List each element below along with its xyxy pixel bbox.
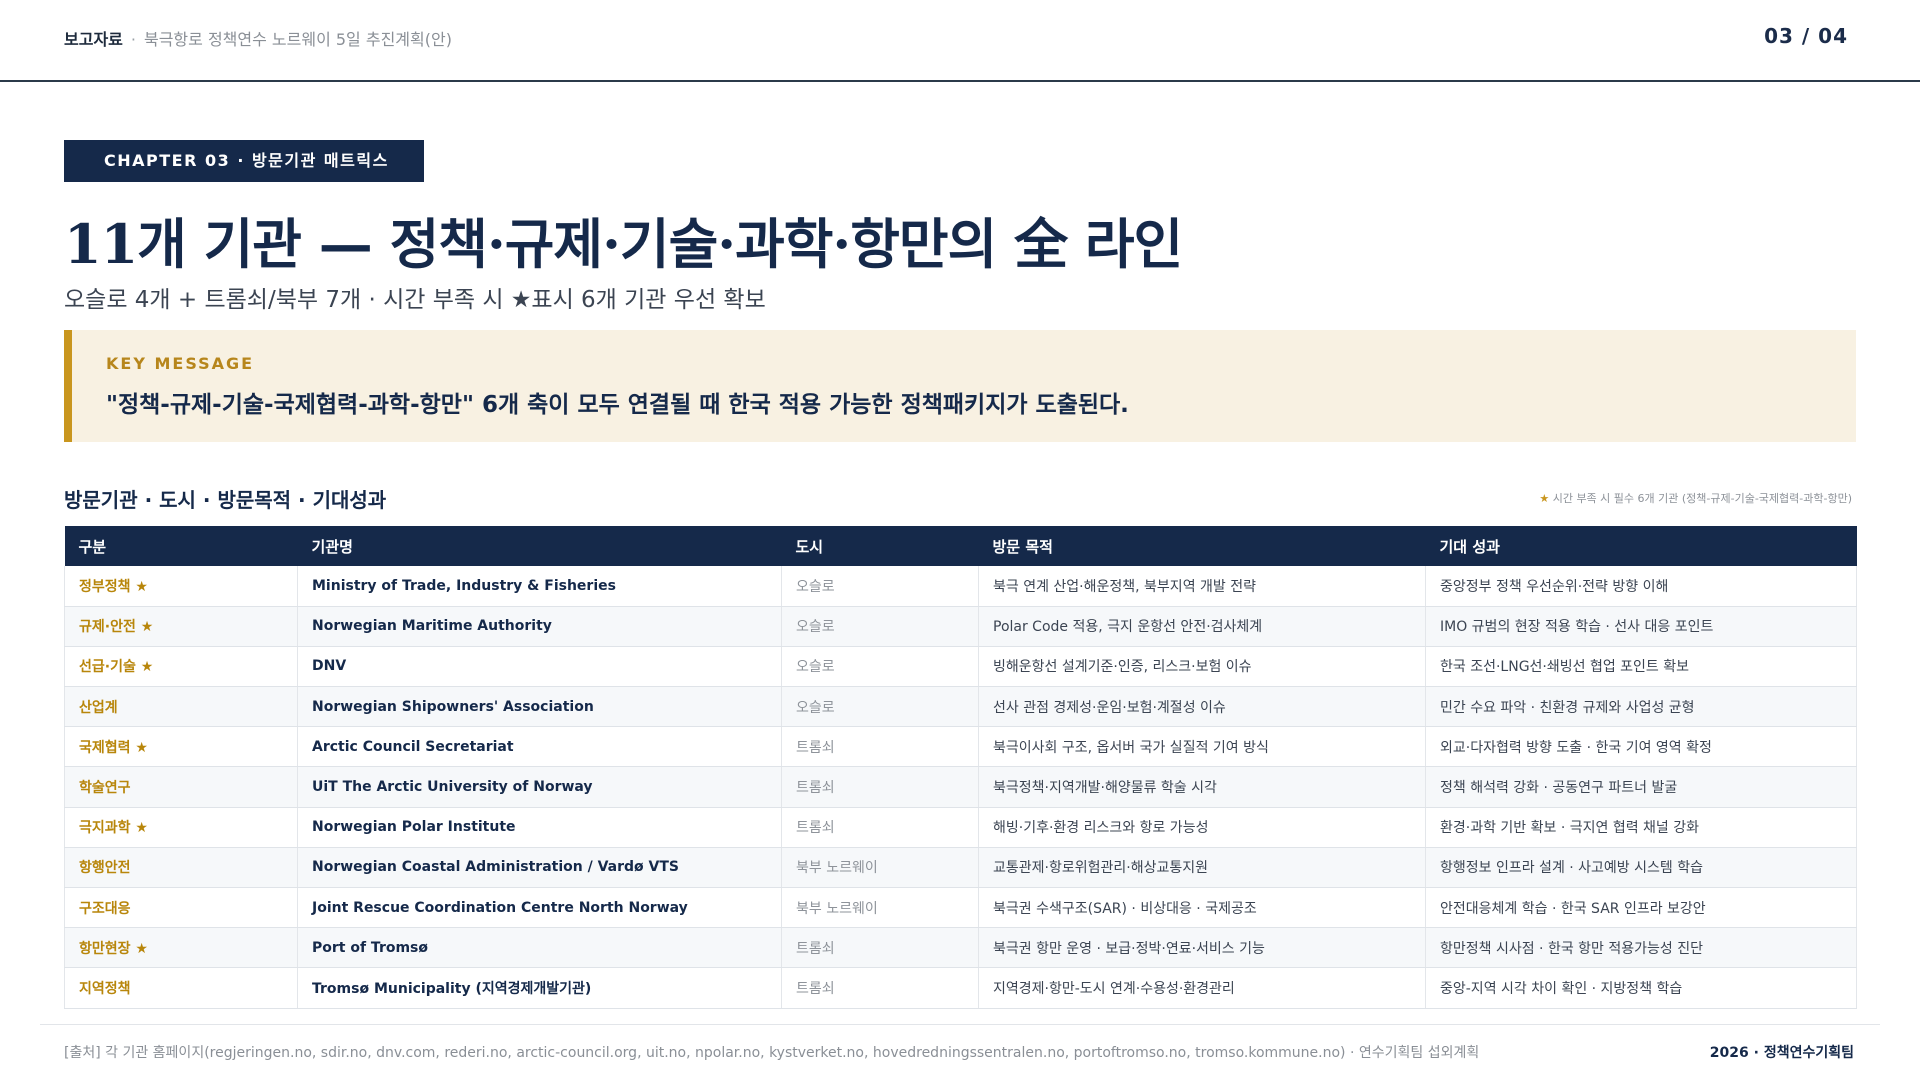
key-message-box: KEY MESSAGE "정책-규제-기술-국제협력-과학-항만" 6개 축이 … xyxy=(64,330,1856,442)
org-name-cell: Norwegian Polar Institute xyxy=(297,807,782,848)
purpose-cell: 지역경제·항만-도시 연계·수용성·환경관리 xyxy=(978,967,1426,1009)
city-cell: 북부 노르웨이 xyxy=(781,847,979,889)
result-cell: 항만정책 시사점 · 한국 항만 적용가능성 진단 xyxy=(1425,927,1857,969)
result-cell: 항행정보 인프라 설계 · 사고예방 시스템 학습 xyxy=(1425,847,1857,889)
purpose-cell: 선사 관점 경제성·운임·보험·계절성 이슈 xyxy=(978,686,1426,728)
purpose-cell: Polar Code 적용, 극지 운항선 안전·검사체계 xyxy=(978,606,1426,647)
category-cell: 구조대응 xyxy=(64,887,298,929)
breadcrumb: 보고자료 · 북극항로 정책연수 노르웨이 5일 추진계획(안) xyxy=(64,26,452,50)
key-message-text: "정책-규제-기술-국제협력-과학-항만" 6개 축이 모두 연결될 때 한국 … xyxy=(106,392,1129,418)
column-header-city: 도시 xyxy=(781,526,979,566)
result-cell: 환경·과학 기반 확보 · 극지연 협력 채널 강화 xyxy=(1425,807,1857,848)
breadcrumb-separator: · xyxy=(130,30,136,49)
table-row: 항행안전 Norwegian Coastal Administration / V… xyxy=(64,847,1857,889)
city-cell: 트롬쇠 xyxy=(781,927,979,969)
table-row: 극지과학 ★ Norwegian Polar Institute 트롬쇠 해빙·기후·… xyxy=(64,807,1857,848)
source-note: [출처] 각 기관 홈페이지(regjeringen.no, sdir.no, … xyxy=(64,1045,1480,1061)
org-name-cell: Norwegian Shipowners' Association xyxy=(297,686,782,728)
doc-title: 북극항로 정책연수 노르웨이 5일 추진계획(안) xyxy=(143,30,452,49)
result-cell: 중앙정부 정책 우선순위·전략 방향 이해 xyxy=(1425,566,1857,607)
page-subtitle: 오슬로 4개 + 트롬쇠/북부 7개 · 시간 부족 시 ★표시 6개 기관 우… xyxy=(64,287,766,313)
category-cell: 선급·기술 ★ xyxy=(64,646,298,688)
org-name-cell: Port of Tromsø xyxy=(297,927,782,969)
section-note: ★ 시간 부족 시 필수 6개 기관 (정책-규제-기술-국제협력-과학-항만) xyxy=(1539,490,1852,506)
chapter-tag: CHAPTER 03 · 방문기관 매트릭스 xyxy=(64,140,424,182)
table-header-row: 구분 기관명 도시 방문 목적 기대 성과 xyxy=(64,526,1857,566)
table-row: 구조대응 Joint Rescue Coordination Centre Nor… xyxy=(64,887,1857,929)
city-cell: 오슬로 xyxy=(781,686,979,728)
purpose-cell: 교통관제·항로위험관리·해상교통지원 xyxy=(978,847,1426,889)
category-cell: 정부정책 ★ xyxy=(64,566,298,607)
org-name-cell: Norwegian Maritime Authority xyxy=(297,606,782,647)
table-row: 선급·기술 ★ DNV 오슬로 빙해운항선 설계기준·인증, 리스크·보험 이슈 한국 … xyxy=(64,646,1857,688)
result-cell: 정책 해석력 강화 · 공동연구 파트너 발굴 xyxy=(1425,766,1857,808)
city-cell: 트롬쇠 xyxy=(781,766,979,808)
category-cell: 항만현장 ★ xyxy=(64,927,298,969)
category-cell: 국제협력 ★ xyxy=(64,726,298,768)
institution-matrix-table: 구분 기관명 도시 방문 목적 기대 성과 정부정책 ★ Ministry of … xyxy=(64,526,1857,1009)
org-name-cell: Tromsø Municipality (지역경제개발기관) xyxy=(297,967,782,1009)
category-cell: 극지과학 ★ xyxy=(64,807,298,848)
result-cell: 한국 조선·LNG선·쇄빙선 협업 포인트 확보 xyxy=(1425,646,1857,688)
org-name-cell: UiT The Arctic University of Norway xyxy=(297,766,782,808)
category-cell: 규제·안전 ★ xyxy=(64,606,298,647)
doc-type-label: 보고자료 xyxy=(64,30,123,49)
category-cell: 지역정책 xyxy=(64,967,298,1009)
purpose-cell: 북극정책·지역개발·해양물류 학술 시각 xyxy=(978,766,1426,808)
result-cell: 중앙-지역 시각 차이 확인 · 지방정책 학습 xyxy=(1425,967,1857,1009)
category-cell: 학술연구 xyxy=(64,766,298,808)
page-title: 11개 기관 — 정책·규제·기술·과학·항만의 全 라인 xyxy=(64,212,1183,276)
org-name-cell: DNV xyxy=(297,646,782,688)
city-cell: 오슬로 xyxy=(781,566,979,607)
table-row: 학술연구 UiT The Arctic University of Norway 트… xyxy=(64,766,1857,808)
org-name-cell: Norwegian Coastal Administration / Vardø… xyxy=(297,847,782,889)
table-row: 지역정책 Tromsø Municipality (지역경제개발기관) 트롬쇠 지역경… xyxy=(64,967,1857,1009)
purpose-cell: 해빙·기후·환경 리스크와 항로 가능성 xyxy=(978,807,1426,848)
org-name-cell: Joint Rescue Coordination Centre North N… xyxy=(297,887,782,929)
key-message-label: KEY MESSAGE xyxy=(106,354,255,373)
column-header-org: 기관명 xyxy=(297,526,782,566)
table-row: 국제협력 ★ Arctic Council Secretariat 트롬쇠 북극이사회… xyxy=(64,726,1857,768)
purpose-cell: 빙해운항선 설계기준·인증, 리스크·보험 이슈 xyxy=(978,646,1426,688)
column-header-result: 기대 성과 xyxy=(1425,526,1857,566)
footer-brand: 2026 · 정책연수기획팀 xyxy=(1709,1045,1854,1061)
footer-divider xyxy=(40,1024,1880,1025)
table-row: 정부정책 ★ Ministry of Trade, Industry & Fish… xyxy=(64,566,1857,607)
section-note-text: 시간 부족 시 필수 6개 기관 (정책-규제-기술-국제협력-과학-항만) xyxy=(1552,492,1852,505)
result-cell: 안전대응체계 학습 · 한국 SAR 인프라 보강안 xyxy=(1425,887,1857,929)
city-cell: 트롬쇠 xyxy=(781,807,979,848)
column-header-purpose: 방문 목적 xyxy=(978,526,1426,566)
category-cell: 항행안전 xyxy=(64,847,298,889)
city-cell: 오슬로 xyxy=(781,646,979,688)
table-row: 산업계 Norwegian Shipowners' Association 오슬로 선… xyxy=(64,686,1857,728)
page-indicator: 03 / 04 xyxy=(1764,24,1848,48)
section-title: 방문기관 · 도시 · 방문목적 · 기대성과 xyxy=(64,488,387,512)
table-body: 정부정책 ★ Ministry of Trade, Industry & Fish… xyxy=(64,566,1857,1009)
table-row: 규제·안전 ★ Norwegian Maritime Authority 오슬로 Po… xyxy=(64,606,1857,647)
result-cell: IMO 규범의 현장 적용 학습 · 선사 대응 포인트 xyxy=(1425,606,1857,647)
category-cell: 산업계 xyxy=(64,686,298,728)
org-name-cell: Arctic Council Secretariat xyxy=(297,726,782,768)
city-cell: 트롬쇠 xyxy=(781,726,979,768)
org-name-cell: Ministry of Trade, Industry & Fisheries xyxy=(297,566,782,607)
star-icon: ★ xyxy=(1539,492,1550,505)
purpose-cell: 북극권 항만 운영 · 보급·정박·연료·서비스 기능 xyxy=(978,927,1426,969)
city-cell: 북부 노르웨이 xyxy=(781,887,979,929)
city-cell: 트롬쇠 xyxy=(781,967,979,1009)
city-cell: 오슬로 xyxy=(781,606,979,647)
column-header-category: 구분 xyxy=(64,526,298,566)
top-header-bar: 보고자료 · 북극항로 정책연수 노르웨이 5일 추진계획(안) 03 / 04 xyxy=(0,0,1920,82)
result-cell: 민간 수요 파악 · 친환경 규제와 사업성 균형 xyxy=(1425,686,1857,728)
table-row: 항만현장 ★ Port of Tromsø 트롬쇠 북극권 항만 운영 · 보급·정박… xyxy=(64,927,1857,969)
purpose-cell: 북극 연계 산업·해운정책, 북부지역 개발 전략 xyxy=(978,566,1426,607)
purpose-cell: 북극이사회 구조, 옵서버 국가 실질적 기여 방식 xyxy=(978,726,1426,768)
purpose-cell: 북극권 수색구조(SAR) · 비상대응 · 국제공조 xyxy=(978,887,1426,929)
result-cell: 외교·다자협력 방향 도출 · 한국 기여 영역 확정 xyxy=(1425,726,1857,768)
